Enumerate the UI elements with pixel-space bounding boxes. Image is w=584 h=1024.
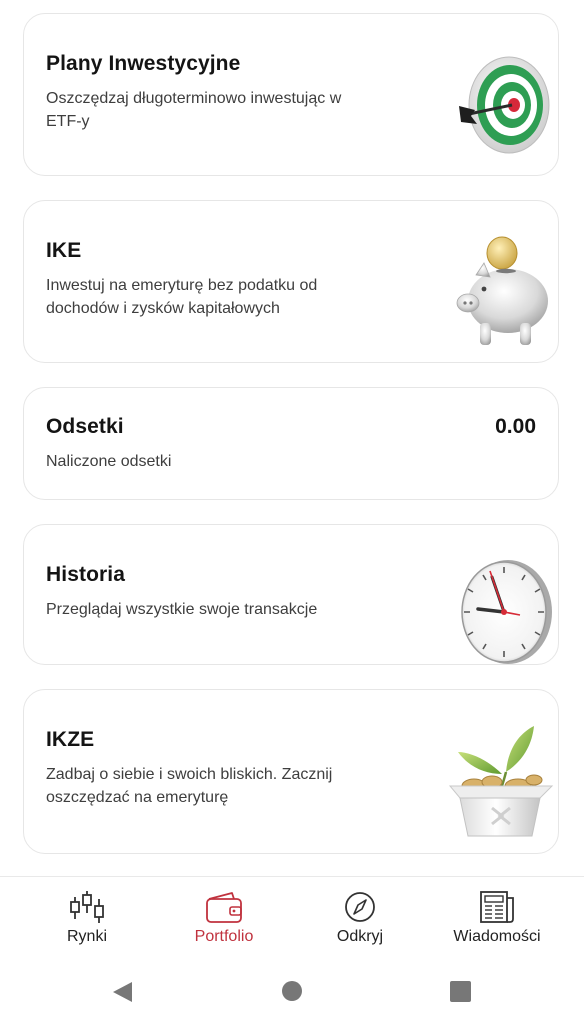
bottom-navigation: Rynki Portfolio Odkryj Wiadomości (0, 876, 584, 961)
nav-label-rynki: Rynki (66, 928, 107, 945)
nav-label-odkryj: Odkryj (336, 928, 384, 945)
nav-item-rynki[interactable]: Rynki (14, 877, 160, 961)
card-title: Plany Inwestycyjne (46, 52, 241, 75)
nav-item-odkryj[interactable]: Odkryj (287, 877, 433, 961)
system-navigation-bar (0, 960, 584, 1024)
nav-item-wiadomosci[interactable]: Wiadomości (424, 877, 570, 961)
card-description: Naliczone odsetki (46, 453, 172, 470)
card-ikze[interactable]: IKZE Zadbaj o siebie i swoich bliskich. … (23, 689, 559, 854)
plant-pot-coins-icon (448, 726, 554, 837)
card-historia[interactable]: Historia Przeglądaj wszystkie swoje tran… (23, 524, 559, 665)
card-description: Zadbaj o siebie i swoich bliskich. Zaczn… (46, 766, 333, 806)
newspaper-icon (480, 891, 514, 923)
clock-icon (461, 560, 552, 664)
card-description: Przeglądaj wszystkie swoje transakcje (46, 601, 318, 618)
card-title: Historia (46, 563, 125, 586)
target-dartboard-icon (459, 56, 550, 154)
card-ike[interactable]: IKE Inwestuj na emeryturę bez podatku od… (23, 200, 559, 363)
card-plany-inwestycyjne[interactable]: Plany Inwestycyjne Oszczędzaj długotermi… (23, 13, 559, 176)
card-title: Odsetki (46, 415, 124, 438)
card-description: Inwestuj na emeryturę bez podatku od doc… (46, 277, 318, 317)
nav-item-portfolio[interactable]: Portfolio (151, 877, 297, 961)
back-icon[interactable] (110, 980, 134, 1004)
recents-icon[interactable] (450, 981, 471, 1002)
card-title: IKZE (46, 728, 95, 751)
home-icon[interactable] (281, 980, 303, 1002)
compass-icon (345, 892, 375, 922)
interest-value: 0.00 (495, 415, 536, 438)
card-odsetki[interactable]: Odsetki 0.00 Naliczone odsetki (23, 387, 559, 500)
nav-label-portfolio: Portfolio (194, 928, 254, 945)
nav-label-wiadomosci: Wiadomości (453, 928, 541, 945)
piggy-bank-icon (456, 236, 548, 345)
card-description: Oszczędzaj długoterminowo inwestując w E… (46, 90, 342, 130)
candlestick-icon (70, 891, 104, 923)
wallet-icon (206, 892, 242, 923)
card-title: IKE (46, 239, 82, 262)
